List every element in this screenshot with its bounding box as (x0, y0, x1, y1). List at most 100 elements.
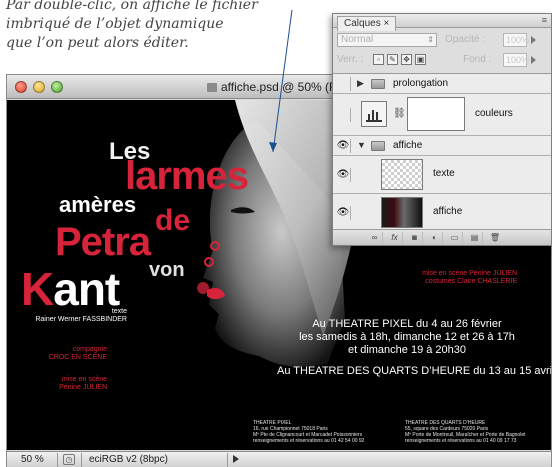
document-statusbar: 50 % ◷ eciRGB v2 (8bpc) (7, 451, 551, 467)
address-right-4: renseignements et réservations au 01 40 … (405, 438, 517, 444)
new-layer-icon[interactable]: ▤ (467, 232, 483, 243)
address-left: THEATRE PIXEL 16, rue Championnet 75018 … (253, 420, 364, 444)
layer-mask-thumbnail[interactable] (407, 97, 465, 131)
layer-row-affiche-smart-object[interactable]: 👁 affiche (333, 194, 551, 232)
lock-pixels-icon[interactable]: ✎ (387, 54, 398, 65)
status-divider (81, 453, 82, 467)
visibility-toggle-empty[interactable] (336, 107, 351, 122)
new-group-icon[interactable]: ▭ (447, 232, 463, 243)
layer-thumbnail-transparent (381, 159, 423, 190)
caption-line-2: imbriqué de l’objet dynamique (6, 16, 224, 32)
title-kant: Kant (21, 266, 120, 312)
dates-line-1: Au THEATRE PIXEL du 4 au 26 février (312, 318, 502, 330)
color-profile: eciRGB v2 (8bpc) (89, 454, 168, 465)
minimize-window-button[interactable] (33, 81, 45, 93)
eye-icon[interactable]: 👁 (336, 138, 351, 153)
chevron-updown-icon: ⇕ (427, 35, 434, 44)
title-de: de (155, 204, 191, 237)
lock-row: Verr. : ▫ ✎ ✥ ▣ Fond : 100% (337, 53, 549, 69)
dates-line-2: les samedis à 18h, dimanche 12 et 26 à 1… (299, 331, 515, 343)
fill-label: Fond : (463, 54, 492, 65)
levels-bars-icon (366, 110, 382, 122)
disclosure-triangle-closed-icon[interactable]: ▶ (357, 78, 364, 89)
layer-row-couleurs[interactable]: ⛓ couleurs (333, 94, 551, 136)
right-credit-1: mise en scène Pénine JULIEN (422, 270, 517, 277)
eye-icon[interactable]: 👁 (336, 205, 351, 220)
fx-icon[interactable]: fx (387, 232, 403, 243)
status-menu-arrow-icon[interactable] (233, 455, 239, 463)
texte-label: texte (111, 308, 127, 315)
tab-layers[interactable]: Calques × (337, 16, 397, 31)
adjustment-icon[interactable]: ◐ (427, 232, 443, 243)
panel-menu-icon[interactable]: ≡ (542, 15, 547, 25)
lock-label: Verr. : (337, 54, 364, 65)
chain-link-icon[interactable]: ⛓ (393, 108, 406, 119)
layer-row-prolongation[interactable]: ▶ prolongation (333, 74, 551, 94)
folder-icon (371, 141, 385, 151)
status-divider (227, 453, 228, 467)
add-mask-icon[interactable]: ◙ (407, 232, 423, 243)
right-credit-2: costumes Claire CHASLERIE (425, 278, 517, 285)
zoom-level[interactable]: 50 % (21, 454, 44, 465)
fill-input[interactable]: 100% (503, 53, 529, 67)
blend-mode-value: Normal (341, 34, 374, 45)
layers-panel-header[interactable]: Calques × ≡ (333, 14, 551, 31)
visibility-toggle-empty[interactable] (336, 76, 351, 91)
status-info-icon[interactable]: ◷ (63, 454, 75, 465)
lock-all-icon[interactable]: ▣ (415, 54, 426, 65)
mise-name: Pénine JULIEN (59, 384, 107, 391)
disclosure-triangle-open-icon[interactable]: ▼ (357, 140, 366, 150)
poster-dates: Au THEATRE PIXEL du 4 au 26 février les … (277, 318, 551, 378)
caption-line-3: que l’on peut alors éditer. (6, 35, 189, 51)
layer-name: couleurs (475, 108, 513, 119)
eye-icon[interactable]: 👁 (336, 167, 351, 182)
smart-object-thumbnail[interactable] (381, 197, 423, 228)
dates-line-3: et dimanche 19 à 20h30 (347, 344, 467, 356)
dates-line-4: Au THEATRE DES QUARTS D’HEURE du 13 au 1… (277, 365, 551, 377)
opacity-label: Opacité : (445, 34, 486, 45)
author-name: Rainer Werner FASSBINDER (35, 316, 127, 323)
tab-layers-label: Calques (344, 18, 381, 29)
opacity-input[interactable]: 100% (503, 33, 529, 47)
caption-line-1: Par double-clic, on affiche le fichier (6, 0, 258, 13)
credit-author: texte Rainer Werner FASSBINDER (17, 308, 127, 324)
layer-name: texte (433, 168, 455, 179)
credit-compagnie: compagnie CROC EN SCÈNE (17, 346, 107, 362)
trash-icon[interactable]: 🗑 (487, 232, 503, 243)
file-icon (207, 83, 217, 92)
address-left-4: renseignements et réservations au 01 42 … (253, 438, 365, 444)
layer-name: prolongation (393, 78, 449, 89)
address-right: THEATRE DES QUARTS D’HEURE 55, square de… (405, 420, 526, 444)
document-title: affiche.psd @ 50% (R (207, 80, 338, 94)
close-icon[interactable]: × (383, 18, 389, 29)
fill-slider-arrow-icon[interactable] (531, 56, 536, 64)
layer-row-affiche-group[interactable]: 👁 ▼ affiche (333, 136, 551, 156)
document-title-text: affiche.psd @ 50% (R (221, 80, 338, 94)
screenshot-stage: Par double-clic, on affiche le fichier i… (0, 0, 552, 467)
compagnie-label: compagnie (72, 346, 107, 353)
compagnie-name: CROC EN SCÈNE (48, 354, 107, 361)
lock-transparency-icon[interactable]: ▫ (373, 54, 384, 65)
credit-right: mise en scène Pénine JULIEN costumes Cla… (387, 270, 517, 286)
caption: Par double-clic, on affiche le fichier i… (6, 0, 316, 53)
poster-title: Les larmes amères de Petra von Kant (17, 116, 249, 313)
lock-position-icon[interactable]: ✥ (401, 54, 412, 65)
layer-name: affiche (433, 206, 463, 217)
title-von: von (149, 259, 185, 281)
blend-mode-select[interactable]: Normal ⇕ (337, 33, 437, 47)
title-ameres: amères (59, 192, 137, 217)
zoom-window-button[interactable] (51, 81, 63, 93)
opacity-slider-arrow-icon[interactable] (531, 36, 536, 44)
layers-panel: Calques × ≡ Normal ⇕ Opacité : 100% Verr.… (332, 13, 552, 246)
layers-list: ▶ prolongation ⛓ couleurs 👁 ▼ affiche 👁 … (333, 73, 551, 232)
folder-icon (371, 79, 385, 89)
layers-panel-footer: ∞ fx ◙ ◐ ▭ ▤ 🗑 (333, 229, 551, 245)
layer-row-texte[interactable]: 👁 texte (333, 156, 551, 194)
mise-label: mise en scène (61, 376, 107, 383)
link-layers-icon[interactable]: ∞ (367, 232, 383, 243)
status-divider (57, 453, 58, 467)
credit-mise: mise en scène Pénine JULIEN (17, 376, 107, 392)
title-petra: Petra (55, 220, 151, 264)
adjustment-layer-icon (361, 101, 387, 127)
close-window-button[interactable] (15, 81, 27, 93)
